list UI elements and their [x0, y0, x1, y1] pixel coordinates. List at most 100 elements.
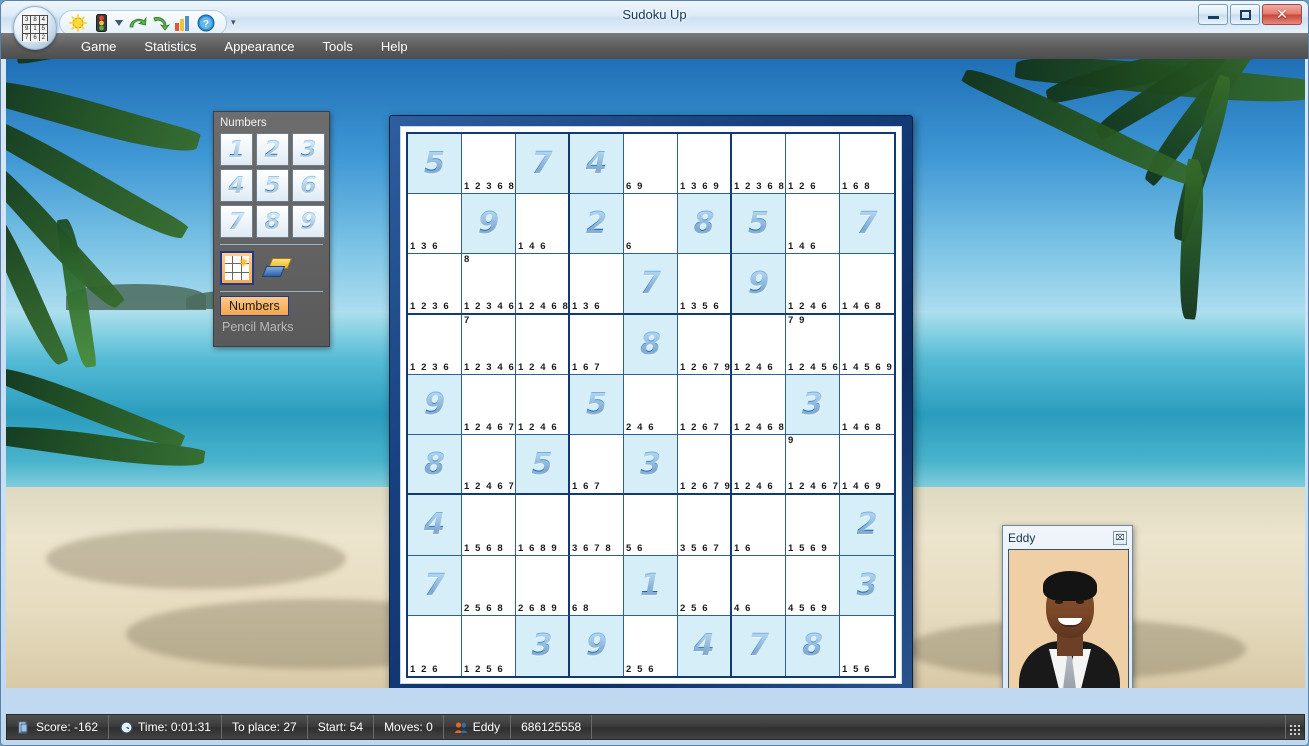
sudoku-cell-r6c2[interactable]: 1 2 4 6 7	[462, 435, 516, 495]
sudoku-cell-r4c5[interactable]: 8	[624, 315, 678, 375]
sudoku-cell-r2c7[interactable]: 5	[732, 194, 786, 254]
sudoku-cell-r2c1[interactable]: 1 3 6	[408, 194, 462, 254]
sudoku-cell-r8c7[interactable]: 4 6	[732, 556, 786, 616]
number-button-1[interactable]: 1	[220, 133, 253, 166]
sudoku-cell-r7c6[interactable]: 3 5 6 7	[678, 495, 732, 555]
sudoku-cell-r1c4[interactable]: 4	[570, 134, 624, 194]
sudoku-cell-r9c2[interactable]: 1 2 5 6	[462, 616, 516, 676]
sudoku-cell-r1c6[interactable]: 1 3 6 9	[678, 134, 732, 194]
sudoku-cell-r7c7[interactable]: 1 6	[732, 495, 786, 555]
sudoku-cell-r5c6[interactable]: 1 2 6 7	[678, 375, 732, 435]
sudoku-cell-r1c3[interactable]: 7	[516, 134, 570, 194]
sudoku-cell-r9c6[interactable]: 4	[678, 616, 732, 676]
sudoku-cell-r7c2[interactable]: 1 5 6 8	[462, 495, 516, 555]
number-button-8[interactable]: 8	[256, 205, 289, 238]
sudoku-cell-r7c3[interactable]: 1 6 8 9	[516, 495, 570, 555]
menu-item-statistics[interactable]: Statistics	[130, 35, 210, 58]
sudoku-cell-r2c3[interactable]: 1 4 6	[516, 194, 570, 254]
sudoku-cell-r8c8[interactable]: 4 5 6 9	[786, 556, 840, 616]
difficulty-icon[interactable]	[91, 13, 111, 33]
sudoku-cell-r3c8[interactable]: 1 2 4 6	[786, 254, 840, 314]
sudoku-cell-r3c9[interactable]: 1 4 6 8	[840, 254, 894, 314]
sudoku-cell-r6c3[interactable]: 5	[516, 435, 570, 495]
sudoku-cell-r2c6[interactable]: 8	[678, 194, 732, 254]
sudoku-cell-r7c8[interactable]: 1 5 6 9	[786, 495, 840, 555]
number-button-2[interactable]: 2	[256, 133, 289, 166]
sudoku-cell-r9c5[interactable]: 2 5 6	[624, 616, 678, 676]
sudoku-cell-r1c9[interactable]: 1 6 8	[840, 134, 894, 194]
menu-item-tools[interactable]: Tools	[309, 35, 367, 58]
sudoku-cell-r5c4[interactable]: 5	[570, 375, 624, 435]
sudoku-cell-r8c4[interactable]: 6 8	[570, 556, 624, 616]
sudoku-cell-r4c4[interactable]: 1 6 7	[570, 315, 624, 375]
number-button-3[interactable]: 3	[292, 133, 325, 166]
sudoku-cell-r7c5[interactable]: 5 6	[624, 495, 678, 555]
sudoku-cell-r9c3[interactable]: 3	[516, 616, 570, 676]
sudoku-cell-r8c6[interactable]: 2 5 6	[678, 556, 732, 616]
maximize-button[interactable]	[1230, 4, 1260, 25]
sudoku-cell-r5c3[interactable]: 1 2 4 6	[516, 375, 570, 435]
sudoku-cell-r6c9[interactable]: 1 4 6 9	[840, 435, 894, 495]
statistics-icon[interactable]	[173, 13, 193, 33]
sudoku-cell-r6c8[interactable]: 91 2 4 6 7	[786, 435, 840, 495]
sudoku-cell-r3c5[interactable]: 7	[624, 254, 678, 314]
sudoku-app-orb[interactable]: 3 8 4 9 1 5 7 6 2	[13, 6, 57, 50]
menu-item-game[interactable]: Game	[67, 35, 130, 58]
sudoku-cell-r2c2[interactable]: 9	[462, 194, 516, 254]
sudoku-cell-r2c9[interactable]: 7	[840, 194, 894, 254]
sudoku-cell-r5c7[interactable]: 1 2 4 6 8	[732, 375, 786, 435]
sudoku-cell-r9c1[interactable]: 1 2 6	[408, 616, 462, 676]
sudoku-cell-r6c4[interactable]: 1 6 7	[570, 435, 624, 495]
sudoku-cell-r5c9[interactable]: 1 4 6 8	[840, 375, 894, 435]
sudoku-cell-r3c1[interactable]: 1 2 3 6	[408, 254, 462, 314]
redo-icon[interactable]	[150, 13, 170, 33]
sudoku-cell-r8c1[interactable]: 7	[408, 556, 462, 616]
difficulty-dropdown-icon[interactable]	[114, 13, 124, 33]
player-panel-close-button[interactable]: ⌧	[1113, 531, 1127, 545]
numbers-grid-tool-icon[interactable]: ✶	[220, 251, 254, 285]
sudoku-cell-r7c4[interactable]: 3 6 7 8	[570, 495, 624, 555]
sudoku-cell-r9c9[interactable]: 1 5 6	[840, 616, 894, 676]
sudoku-cell-r3c2[interactable]: 81 2 3 4 6	[462, 254, 516, 314]
eraser-tool-icon[interactable]	[262, 256, 292, 280]
sudoku-cell-r5c5[interactable]: 2 4 6	[624, 375, 678, 435]
resize-grip[interactable]	[1286, 715, 1304, 739]
sudoku-cell-r8c3[interactable]: 2 6 8 9	[516, 556, 570, 616]
sudoku-cell-r1c7[interactable]: 1 2 3 6 8	[732, 134, 786, 194]
mode-pencil-marks-button[interactable]: Pencil Marks	[220, 316, 323, 334]
number-button-6[interactable]: 6	[292, 169, 325, 202]
sudoku-cell-r6c5[interactable]: 3	[624, 435, 678, 495]
sudoku-cell-r8c5[interactable]: 1	[624, 556, 678, 616]
sudoku-cell-r5c2[interactable]: 1 2 4 6 7	[462, 375, 516, 435]
minimize-button[interactable]	[1198, 4, 1228, 25]
mode-numbers-button[interactable]: Numbers	[220, 296, 289, 316]
sudoku-cell-r1c1[interactable]: 5	[408, 134, 462, 194]
sudoku-cell-r3c6[interactable]: 1 3 5 6	[678, 254, 732, 314]
sudoku-cell-r4c8[interactable]: 7 91 2 4 5 6	[786, 315, 840, 375]
toolbar-more-icon[interactable]: ▾	[231, 17, 236, 28]
sudoku-cell-r5c1[interactable]: 9	[408, 375, 462, 435]
sudoku-cell-r4c2[interactable]: 71 2 3 4 6	[462, 315, 516, 375]
sudoku-cell-r6c1[interactable]: 8	[408, 435, 462, 495]
sudoku-cell-r1c8[interactable]: 1 2 6	[786, 134, 840, 194]
number-button-4[interactable]: 4	[220, 169, 253, 202]
close-button[interactable]: ✕	[1262, 4, 1302, 25]
number-button-9[interactable]: 9	[292, 205, 325, 238]
number-button-5[interactable]: 5	[256, 169, 289, 202]
sudoku-cell-r1c2[interactable]: 1 2 3 6 8	[462, 134, 516, 194]
sudoku-cell-r1c5[interactable]: 6 9	[624, 134, 678, 194]
sudoku-cell-r8c9[interactable]: 3	[840, 556, 894, 616]
sudoku-cell-r7c9[interactable]: 2	[840, 495, 894, 555]
sudoku-cell-r4c9[interactable]: 1 4 5 6 9	[840, 315, 894, 375]
sudoku-cell-r2c8[interactable]: 1 4 6	[786, 194, 840, 254]
menu-item-appearance[interactable]: Appearance	[210, 35, 308, 58]
sudoku-cell-r4c7[interactable]: 1 2 4 6	[732, 315, 786, 375]
number-button-7[interactable]: 7	[220, 205, 253, 238]
sudoku-cell-r2c5[interactable]: 6	[624, 194, 678, 254]
sudoku-cell-r8c2[interactable]: 2 5 6 8	[462, 556, 516, 616]
undo-icon[interactable]	[127, 13, 147, 33]
sudoku-cell-r9c8[interactable]: 8	[786, 616, 840, 676]
sudoku-cell-r6c7[interactable]: 1 2 4 6	[732, 435, 786, 495]
help-icon[interactable]: ?	[196, 13, 216, 33]
sudoku-cell-r6c6[interactable]: 1 2 6 7 9	[678, 435, 732, 495]
